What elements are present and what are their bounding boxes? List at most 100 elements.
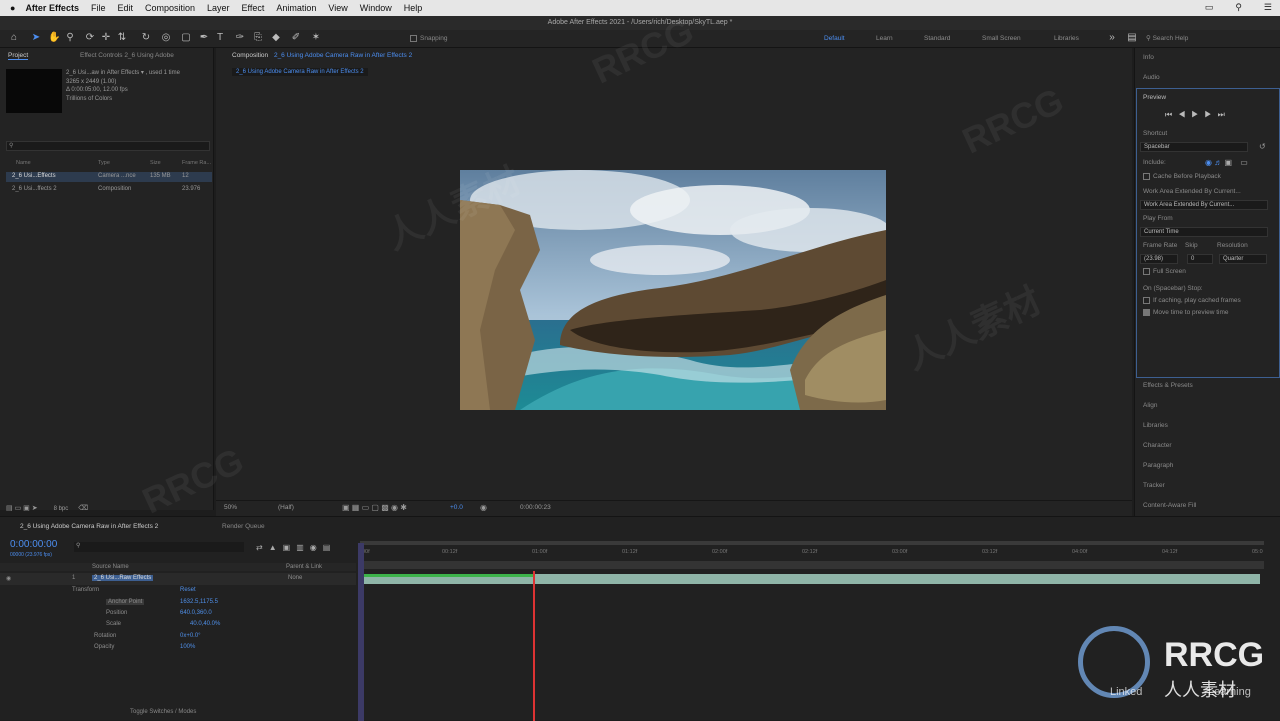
menu-view[interactable]: View [328, 3, 347, 13]
motion-blur-icon[interactable]: ◉ [310, 543, 323, 552]
character-label[interactable]: Character [1143, 442, 1172, 449]
audio-icon[interactable]: ♬ [1214, 158, 1222, 167]
play-icon[interactable]: ▶ [1191, 110, 1204, 119]
col-type[interactable]: Type [98, 160, 110, 166]
col-parent[interactable]: Parent & Link [286, 564, 322, 570]
prop-rotation[interactable]: Rotation [94, 633, 116, 639]
bpc-label[interactable]: 8 bpc [54, 506, 69, 512]
battery-icon[interactable]: ▭ [1205, 2, 1214, 13]
menu-animation[interactable]: Animation [276, 3, 316, 13]
workspace-standard[interactable]: Standard [924, 35, 950, 42]
type-tool-icon[interactable]: T [214, 32, 226, 44]
graph-editor-icon[interactable]: ▤ [323, 543, 337, 552]
transparency-icon[interactable]: ▩ [381, 503, 389, 512]
layer-row[interactable]: ◉ 1 2_6 Usi...Raw Effects None [0, 573, 356, 585]
reset-icon[interactable]: ↺ [1259, 142, 1266, 151]
shortcut-select[interactable]: Spacebar [1140, 142, 1248, 152]
timeline-timecode[interactable]: 0:00:00:00 [10, 539, 57, 550]
selection-tool-icon[interactable]: ➤ [30, 32, 42, 44]
work-area-bar[interactable] [360, 561, 1264, 569]
color-management-icon[interactable]: ◉ [391, 503, 398, 512]
project-search-input[interactable]: ⚲ [6, 141, 210, 151]
timeline-search-input[interactable]: ⚲ [74, 542, 244, 552]
more-workspaces-icon[interactable]: » [1106, 32, 1118, 44]
menu-app[interactable]: After Effects [25, 3, 79, 13]
prop-position[interactable]: Position [106, 610, 127, 616]
menu-layer[interactable]: Layer [207, 3, 230, 13]
layer-name[interactable]: 2_6 Usi...Raw Effects [92, 575, 154, 581]
timeline-tab[interactable]: 2_6 Using Adobe Camera Raw in After Effe… [20, 523, 158, 530]
value-scale[interactable]: 40.0,40.0% [190, 621, 220, 627]
draft-3d-icon[interactable]: ▲ [269, 543, 283, 552]
last-frame-icon[interactable]: ⏭ [1218, 110, 1231, 119]
time-navigator[interactable] [360, 541, 1264, 545]
first-frame-icon[interactable]: ⏮ [1165, 110, 1178, 119]
camera-icon[interactable]: ◉ [480, 503, 487, 512]
menu-composition[interactable]: Composition [145, 3, 195, 13]
prev-frame-icon[interactable]: ◀ [1178, 110, 1191, 119]
folder-icon[interactable]: ▭ [15, 505, 22, 512]
dolly-tool-icon[interactable]: ⇅ [116, 32, 128, 44]
list-item[interactable]: 2_6 Usi...ffects 2 Composition 23.976 [6, 185, 212, 195]
layer-controls-icon[interactable]: ▭ [1240, 158, 1248, 167]
list-item[interactable]: 2_6 Usi...Effects Camera ...nce 135 MB 1… [6, 172, 212, 182]
prop-scale[interactable]: Scale [106, 621, 121, 627]
roto-tool-icon[interactable]: ✐ [290, 32, 302, 44]
overlay-icon[interactable]: ▣ [1224, 158, 1232, 167]
workspace-default[interactable]: Default [824, 35, 845, 42]
value-position[interactable]: 640.0,360.0 [180, 610, 212, 616]
menu-effect[interactable]: Effect [242, 3, 265, 13]
mask-tool-icon[interactable]: ▢ [180, 32, 192, 44]
value-opacity[interactable]: 100% [180, 644, 195, 650]
framerate-select[interactable]: (23.98) [1140, 254, 1178, 264]
workspace-small-screen[interactable]: Small Screen [982, 35, 1021, 42]
zoom-select[interactable]: 50% [224, 504, 237, 511]
comp-tab[interactable]: Composition 2_6 Using Adobe Camera Raw i… [232, 52, 412, 59]
home-icon[interactable]: ⌂ [8, 32, 20, 44]
rotation-tool-icon[interactable]: ↻ [140, 32, 152, 44]
apple-icon[interactable]: ● [10, 3, 15, 13]
comp-flowchart-icon[interactable]: ⇄ [256, 543, 269, 552]
move-time-checkbox[interactable] [1143, 309, 1150, 316]
snapping-checkbox[interactable] [410, 35, 417, 42]
orbit-tool-icon[interactable]: ⟳ [84, 32, 96, 44]
prop-opacity[interactable]: Opacity [94, 644, 114, 650]
exposure-value[interactable]: +0.0 [450, 504, 463, 511]
exposure-icon[interactable]: ✱ [400, 503, 407, 512]
help-search-input[interactable]: Search Help [1153, 35, 1189, 42]
skip-select[interactable]: 0 [1187, 254, 1213, 264]
tab-project[interactable]: Project [8, 52, 29, 60]
tracker-label[interactable]: Tracker [1143, 482, 1165, 489]
help-search[interactable]: ⚲ Search Help [1146, 33, 1276, 45]
clone-tool-icon[interactable]: ⎘ [252, 32, 264, 44]
toggle-switches-modes[interactable]: Toggle Switches / Modes [130, 709, 196, 715]
grid-icon[interactable]: ▦ [352, 503, 360, 512]
transform-reset[interactable]: Reset [180, 587, 196, 593]
snapshot-icon[interactable]: ▣ [342, 503, 350, 512]
info-panel-label[interactable]: Info [1143, 54, 1154, 61]
fullscreen-checkbox[interactable] [1143, 268, 1150, 275]
playhead[interactable] [533, 571, 535, 721]
eraser-tool-icon[interactable]: ◆ [270, 32, 282, 44]
current-time-display[interactable]: 0:00:00:23 [520, 504, 551, 511]
snapping-option[interactable]: Snapping [410, 35, 447, 42]
interpret-icon[interactable]: ▤ [6, 505, 13, 512]
value-rotation[interactable]: 0x+0.0° [180, 633, 201, 639]
parent-select[interactable]: None [288, 575, 302, 581]
visibility-icon[interactable]: ◉ [6, 575, 11, 582]
search-icon[interactable]: ⚲ [1235, 2, 1242, 13]
content-aware-fill-label[interactable]: Content-Aware Fill [1143, 502, 1196, 509]
work-area-start[interactable] [358, 543, 364, 721]
mask-visibility-icon[interactable]: ▭ [362, 503, 370, 512]
col-source-name[interactable]: Source Name [92, 564, 129, 570]
video-icon[interactable]: ◉ [1205, 158, 1212, 167]
puppet-tool-icon[interactable]: ✶ [310, 32, 322, 44]
workspace-libraries[interactable]: Libraries [1054, 35, 1079, 42]
menu-window[interactable]: Window [360, 3, 392, 13]
playfrom-select[interactable]: Current Time [1140, 227, 1268, 237]
menu-file[interactable]: File [91, 3, 106, 13]
cached-frames-checkbox[interactable] [1143, 297, 1150, 304]
frame-blend-icon[interactable]: ▥ [296, 543, 310, 552]
cache-checkbox[interactable] [1143, 173, 1150, 180]
shy-icon[interactable]: ▣ [283, 543, 297, 552]
